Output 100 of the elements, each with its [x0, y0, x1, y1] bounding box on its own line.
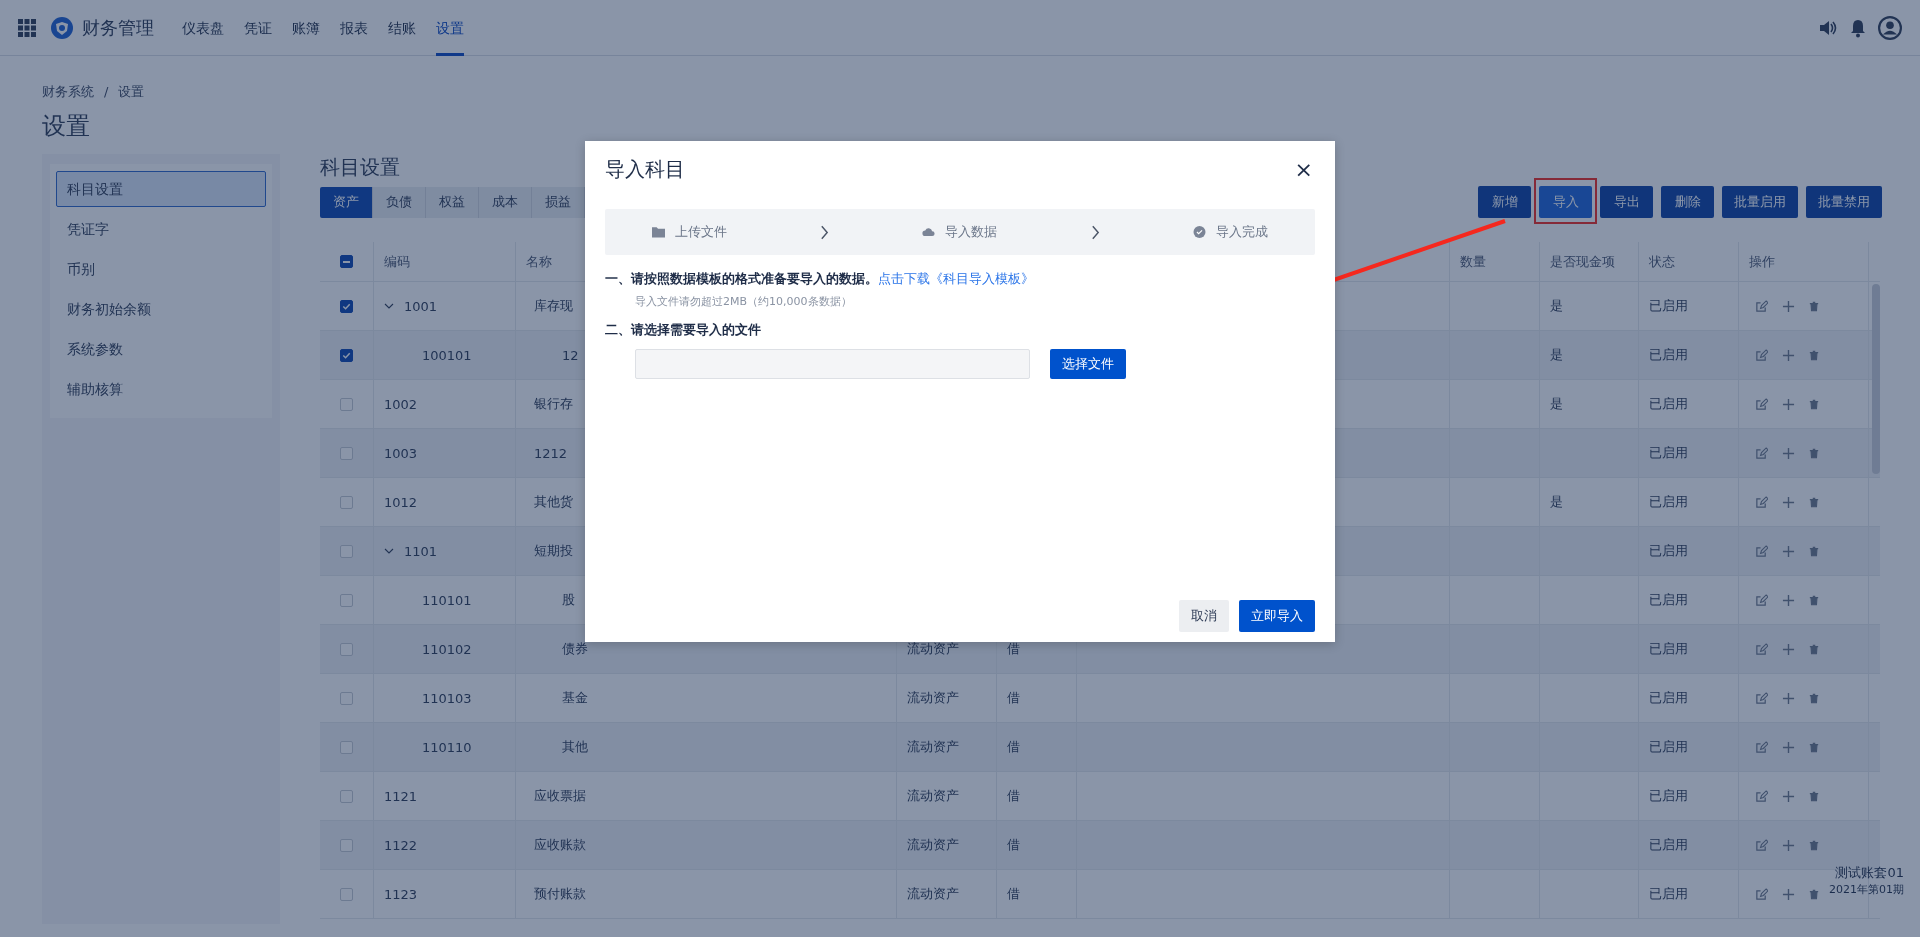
logo-icon	[50, 15, 74, 40]
folder-icon	[651, 226, 665, 238]
toolbar-button[interactable]: 批量禁用	[1806, 186, 1882, 218]
trash-icon[interactable]	[1809, 398, 1819, 410]
edit-icon[interactable]	[1755, 691, 1768, 705]
name-cell: 预付账款	[534, 885, 586, 903]
category-tab[interactable]: 资产	[320, 186, 373, 218]
toolbar-button[interactable]: 批量启用	[1722, 186, 1798, 218]
toolbar-button[interactable]: 导出	[1600, 186, 1653, 218]
edit-icon[interactable]	[1755, 593, 1768, 607]
toolbar-button[interactable]: 删除	[1661, 186, 1714, 218]
add-icon[interactable]	[1782, 642, 1795, 656]
cancel-button[interactable]: 取消	[1179, 600, 1229, 632]
nav-tab[interactable]: 账簿	[292, 0, 320, 56]
status-cell: 已启用	[1649, 738, 1688, 756]
trash-icon[interactable]	[1809, 349, 1819, 361]
sidebar-item[interactable]: 系统参数	[56, 331, 266, 367]
trash-icon[interactable]	[1809, 888, 1819, 900]
edit-icon[interactable]	[1755, 789, 1768, 803]
edit-icon[interactable]	[1755, 838, 1768, 852]
column-header: 是否现金项	[1550, 252, 1615, 271]
sidebar-item[interactable]: 凭证字	[56, 211, 266, 247]
edit-icon[interactable]	[1755, 544, 1768, 558]
caret-icon[interactable]	[384, 301, 394, 311]
edit-icon[interactable]	[1755, 495, 1768, 509]
category-tab[interactable]: 负债	[373, 186, 426, 218]
add-icon[interactable]	[1782, 838, 1795, 852]
edit-icon[interactable]	[1755, 887, 1768, 901]
column-header: 数量	[1460, 252, 1486, 271]
add-icon[interactable]	[1782, 397, 1795, 411]
trash-icon[interactable]	[1809, 741, 1819, 753]
add-icon[interactable]	[1782, 446, 1795, 460]
status-cell: 已启用	[1649, 395, 1688, 413]
edit-icon[interactable]	[1755, 299, 1768, 313]
trash-icon[interactable]	[1809, 496, 1819, 508]
row-checkbox[interactable]	[340, 348, 353, 362]
avatar-icon[interactable]	[1878, 15, 1902, 40]
nav-tab[interactable]: 报表	[340, 0, 368, 56]
add-icon[interactable]	[1782, 495, 1795, 509]
sidebar-item[interactable]: 币别	[56, 251, 266, 287]
edit-icon[interactable]	[1755, 397, 1768, 411]
category-cell: 流动资产	[907, 738, 959, 756]
direction-cell: 借	[1007, 885, 1020, 903]
edit-icon[interactable]	[1755, 348, 1768, 362]
name-cell: 其他货	[534, 493, 573, 511]
cash-cell: 是	[1550, 493, 1563, 511]
column-header: 操作	[1749, 252, 1775, 271]
trash-icon[interactable]	[1809, 545, 1819, 557]
category-tab[interactable]: 权益	[426, 186, 479, 218]
sidebar-item[interactable]: 科目设置	[56, 171, 266, 207]
import-now-button[interactable]: 立即导入	[1239, 600, 1315, 632]
trash-icon[interactable]	[1809, 643, 1819, 655]
add-icon[interactable]	[1782, 593, 1795, 607]
trash-icon[interactable]	[1809, 692, 1819, 704]
category-cell: 流动资产	[907, 885, 959, 903]
close-button[interactable]: ×	[1292, 156, 1315, 182]
add-icon[interactable]	[1782, 299, 1795, 313]
edit-icon[interactable]	[1755, 446, 1768, 460]
direction-cell: 借	[1007, 640, 1020, 658]
account-period: 2021年第01期	[1829, 882, 1904, 897]
category-tab[interactable]: 损益	[532, 186, 585, 218]
category-cell: 流动资产	[907, 689, 959, 707]
code-cell: 110110	[422, 739, 472, 755]
nav-tab[interactable]: 仪表盘	[182, 0, 224, 56]
select-all-checkbox[interactable]	[340, 255, 353, 268]
trash-icon[interactable]	[1809, 839, 1819, 851]
edit-icon[interactable]	[1755, 642, 1768, 656]
direction-cell: 借	[1007, 738, 1020, 756]
choose-file-button[interactable]: 选择文件	[1050, 349, 1126, 379]
add-icon[interactable]	[1782, 789, 1795, 803]
trash-icon[interactable]	[1809, 300, 1819, 312]
trash-icon[interactable]	[1809, 790, 1819, 802]
app-grid-icon[interactable]	[18, 18, 36, 37]
template-download-link[interactable]: 点击下载《科目导入模板》	[878, 271, 1034, 286]
toolbar-button[interactable]: 新增	[1478, 186, 1531, 218]
toolbar-button[interactable]: 导入	[1539, 186, 1592, 218]
sidebar-item[interactable]: 辅助核算	[56, 371, 266, 407]
edit-icon[interactable]	[1755, 740, 1768, 754]
add-icon[interactable]	[1782, 887, 1795, 901]
nav-tab[interactable]: 结账	[388, 0, 416, 56]
trash-icon[interactable]	[1809, 594, 1819, 606]
nav-tab[interactable]: 凭证	[244, 0, 272, 56]
breadcrumb-link[interactable]: 财务系统	[42, 82, 94, 102]
nav-tab[interactable]: 设置	[436, 0, 464, 56]
file-path-field[interactable]	[635, 349, 1030, 379]
add-icon[interactable]	[1782, 348, 1795, 362]
status-cell: 已启用	[1649, 787, 1688, 805]
code-cell: 1002	[384, 396, 418, 412]
category-tab[interactable]: 成本	[479, 186, 532, 218]
category-cell: 流动资产	[907, 836, 959, 854]
trash-icon[interactable]	[1809, 447, 1819, 459]
add-icon[interactable]	[1782, 740, 1795, 754]
add-icon[interactable]	[1782, 691, 1795, 705]
name-cell: 基金	[562, 689, 588, 707]
sidebar-item[interactable]: 财务初始余额	[56, 291, 266, 327]
row-checkbox[interactable]	[340, 299, 353, 313]
caret-icon[interactable]	[384, 546, 394, 556]
column-header: 名称	[526, 252, 552, 271]
add-icon[interactable]	[1782, 544, 1795, 558]
cash-cell: 是	[1550, 297, 1563, 315]
